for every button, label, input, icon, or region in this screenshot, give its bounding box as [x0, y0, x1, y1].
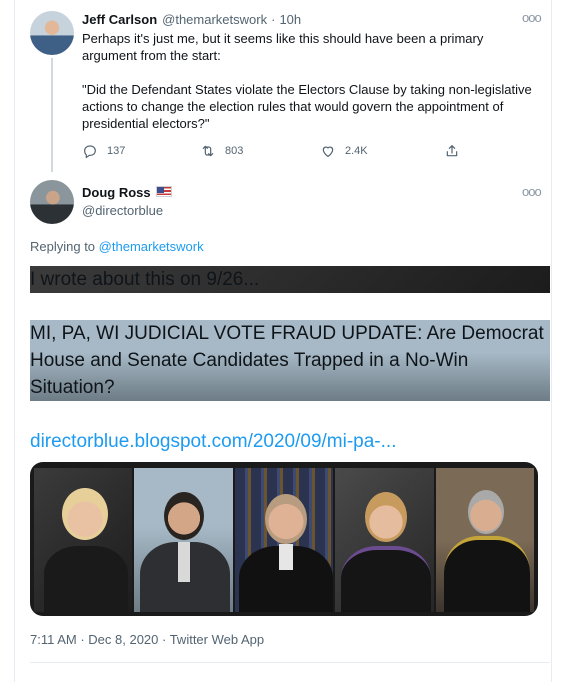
- tweet2-body-p2: MI, PA, WI JUDICIAL VOTE FRAUD UPDATE: A…: [30, 320, 550, 401]
- us-flag-icon: [155, 186, 172, 197]
- reply-count: 137: [107, 145, 126, 157]
- tweet2-body-p1: I wrote about this on 9/26...: [30, 266, 550, 293]
- retweet-count: 803: [225, 145, 244, 157]
- tweet1-time[interactable]: 10h: [279, 12, 301, 27]
- judge-photo-1: [34, 468, 133, 612]
- tweet1-handle[interactable]: @themarketswork: [162, 12, 267, 27]
- avatar-doug-ross[interactable]: [30, 180, 74, 224]
- article-link[interactable]: directorblue.blogspot.com/2020/09/mi-pa-…: [30, 431, 396, 452]
- link-card-image[interactable]: [30, 462, 538, 616]
- reply-icon: [84, 145, 96, 159]
- judge-photo-2: [134, 468, 233, 612]
- tweet1-header: Jeff Carlson @themarketswork · 10h: [82, 12, 301, 27]
- replying-handle-link[interactable]: @themarketswork: [99, 239, 204, 254]
- judge-photo-3: [234, 468, 334, 612]
- like-button[interactable]: 2.4K: [320, 143, 368, 159]
- judge-photo-5: [435, 468, 535, 612]
- tweet2-name-row: Doug Ross: [82, 185, 172, 200]
- more-icon[interactable]: ooo: [522, 10, 542, 25]
- reply-button[interactable]: 137: [82, 143, 125, 159]
- replying-prefix: Replying to: [30, 239, 96, 254]
- tweet2-body: I wrote about this on 9/26... MI, PA, WI…: [30, 266, 550, 455]
- judge-photo-4: [335, 468, 434, 612]
- tweet2-timestamp[interactable]: 7:11 AM · Dec 8, 2020 · Twitter Web App: [30, 632, 264, 647]
- share-icon: [446, 145, 458, 157]
- tweet2-display-name[interactable]: Doug Ross: [82, 185, 151, 200]
- tweet1-separator: ·: [271, 12, 276, 27]
- like-count: 2.4K: [345, 145, 368, 157]
- retweet-button[interactable]: 803: [200, 143, 243, 159]
- thread-connector: [51, 58, 53, 172]
- tweet2-handle-row: @directorblue: [82, 203, 163, 218]
- like-icon: [322, 146, 334, 158]
- more-icon[interactable]: ooo: [522, 184, 542, 199]
- tweet1-action-bar: 137 803 2.4K: [82, 143, 482, 163]
- replying-to: Replying to @themarketswork: [30, 239, 204, 254]
- avatar-jeff-carlson[interactable]: [30, 11, 74, 55]
- retweet-icon: [202, 145, 214, 157]
- tweet2-handle[interactable]: @directorblue: [82, 203, 163, 218]
- share-button[interactable]: [444, 143, 460, 159]
- tweet1-body: Perhaps it's just me, but it seems like …: [82, 30, 534, 149]
- tweet1-body-p2: "Did the Defendant States violate the El…: [82, 82, 532, 131]
- tweet1-body-p1: Perhaps it's just me, but it seems like …: [82, 31, 484, 63]
- stats-divider: [30, 662, 550, 663]
- tweet1-display-name[interactable]: Jeff Carlson: [82, 12, 157, 27]
